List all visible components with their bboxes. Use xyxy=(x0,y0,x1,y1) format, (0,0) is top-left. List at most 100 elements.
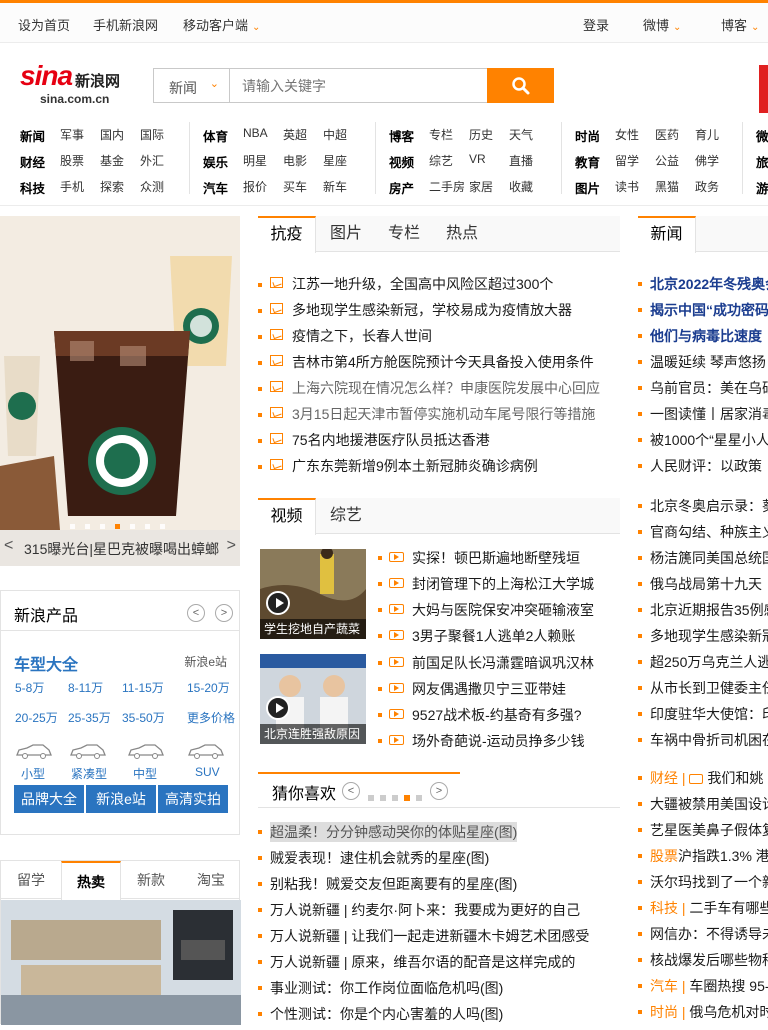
news-tab[interactable]: 抗疫 xyxy=(258,216,316,253)
nav-link[interactable]: 博客 xyxy=(389,126,414,145)
nav-link[interactable]: 基金 xyxy=(100,152,124,169)
nav-link[interactable]: 直播 xyxy=(509,152,533,169)
nav-link[interactable]: 专栏 xyxy=(429,126,453,143)
estation-label[interactable]: 新浪e站 xyxy=(184,653,227,670)
guess-title-link[interactable]: 万人说新疆 | 让我们一起走进新疆木卡姆艺术团感受 xyxy=(270,926,589,946)
mobile-client-menu[interactable]: 移动客户端 ⌄ xyxy=(183,15,260,34)
nav-link[interactable]: 体育 xyxy=(203,126,228,145)
nav-link[interactable]: 二手房 xyxy=(429,178,465,195)
set-home-link[interactable]: 设为首页 xyxy=(18,15,70,34)
right-news-headline[interactable]: 时尚 | 俄乌危机对时 xyxy=(650,1002,768,1022)
car-icon[interactable] xyxy=(15,743,53,759)
nav-link[interactable]: 新闻 xyxy=(20,126,45,145)
news-headline[interactable]: 吉林市第4所方舱医院预计今天具备投入使用条件 xyxy=(292,352,594,372)
right-news-headline[interactable]: 北京冬奥启示录：葵 xyxy=(650,496,768,516)
nav-link[interactable]: 众测 xyxy=(140,178,164,195)
car-icon[interactable] xyxy=(127,743,165,759)
nav-link[interactable]: 外汇 xyxy=(140,152,164,169)
right-news-headline[interactable]: 股票沪指跌1.3% 港 xyxy=(650,846,768,866)
sina-logo[interactable]: sina 新浪网 sina.com.cn xyxy=(20,60,132,106)
prev-arrow-icon[interactable]: < xyxy=(187,604,205,622)
nav-link[interactable]: 家居 xyxy=(469,178,493,195)
news-headline[interactable]: 75名内地援港医疗队员抵达香港 xyxy=(292,430,490,450)
right-news-headline[interactable]: 官商勾结、种族主义 xyxy=(650,522,768,542)
category-tag[interactable]: 财经 | xyxy=(650,770,689,786)
right-news-headline[interactable]: 俄乌战局第十九天 xyxy=(650,574,762,594)
hot-tab[interactable]: 淘宝 xyxy=(181,861,241,899)
news-headline[interactable]: 疫情之下，长春人世间 xyxy=(292,326,432,346)
nav-link[interactable]: 历史 xyxy=(469,126,493,143)
nav-link[interactable]: 育儿 xyxy=(695,126,719,143)
right-news-headline[interactable]: 人民财评：以政策 xyxy=(650,456,762,476)
nav-link[interactable]: 佛学 xyxy=(695,152,719,169)
news-headline[interactable]: 江苏一地升级，全国高中风险区超过300个 xyxy=(292,274,553,294)
slider-caption[interactable]: 315曝光台|星巴克被曝喝出蟑螂 xyxy=(24,539,219,559)
news-headline[interactable]: 广东东莞新增9例本土新冠肺炎确诊病例 xyxy=(292,456,538,476)
price-range-link[interactable]: 15-20万 xyxy=(187,679,230,696)
search-category-select[interactable]: 新闻 ⌄ xyxy=(154,69,230,102)
video-title[interactable]: 大妈与医院保安冲突砸输液室 xyxy=(412,600,594,620)
guess-title-link[interactable]: 万人说新疆 | 约麦尔·阿卜来：我要成为更好的自己 xyxy=(270,900,580,920)
guess-title-link[interactable]: 万人说新疆 | 原来，维吾尔语的配音是这样完成的 xyxy=(270,952,575,972)
nav-link[interactable]: 探索 xyxy=(100,178,124,195)
hot-product-image[interactable] xyxy=(1,900,241,1025)
nav-link[interactable]: 中超 xyxy=(323,126,347,143)
prev-arrow-icon[interactable]: < xyxy=(342,782,360,800)
search-button[interactable] xyxy=(487,68,554,103)
nav-link[interactable]: 综艺 xyxy=(429,152,453,169)
guess-title-link[interactable]: 超温柔！分分钟感动哭你的体贴星座(图) xyxy=(270,822,518,842)
nav-link[interactable]: 图片 xyxy=(575,178,600,197)
nav-link[interactable]: 公益 xyxy=(655,152,679,169)
flag-banner[interactable] xyxy=(759,65,768,113)
slider-dots[interactable] xyxy=(70,516,175,529)
nav-link[interactable]: NBA xyxy=(243,126,268,140)
category-tag[interactable]: 汽车 | xyxy=(650,978,689,994)
nav-link[interactable]: 明星 xyxy=(243,152,267,169)
right-news-headline[interactable]: 北京2022年冬残奥会 xyxy=(650,274,768,294)
nav-link[interactable]: 国际 xyxy=(140,126,164,143)
right-news-headline[interactable]: 北京近期报告35例感 xyxy=(650,600,768,620)
price-range-link[interactable]: 8-11万 xyxy=(68,679,103,696)
car-models-title[interactable]: 车型大全 xyxy=(14,651,78,675)
right-news-headline[interactable]: 大疆被禁用美国设计 xyxy=(650,794,768,814)
price-range-link[interactable]: 更多价格 xyxy=(187,709,235,726)
nav-link[interactable]: 股票 xyxy=(60,152,84,169)
news-headline[interactable]: 多地现学生感染新冠，学校易成为疫情放大器 xyxy=(292,300,572,320)
next-arrow-icon[interactable]: > xyxy=(215,604,233,622)
news-tab[interactable]: 热点 xyxy=(446,216,478,252)
nav-link[interactable]: 天气 xyxy=(509,126,533,143)
right-news-headline[interactable]: 网信办：不得诱导未 xyxy=(650,924,768,944)
video-title[interactable]: 实探！顿巴斯遍地断壁残垣 xyxy=(412,548,580,568)
news-tab[interactable]: 图片 xyxy=(330,216,362,252)
nav-link[interactable]: 收藏 xyxy=(509,178,533,195)
right-news-headline[interactable]: 财经 | 我们和姚 xyxy=(650,768,763,788)
nav-link[interactable]: VR xyxy=(469,152,486,166)
nav-link[interactable]: 手机 xyxy=(60,178,84,195)
video-title[interactable]: 3男子聚餐1人逃单2人赖账 xyxy=(412,626,575,646)
nav-link[interactable]: 留学 xyxy=(615,152,639,169)
nav-link[interactable]: 黑猫 xyxy=(655,178,679,195)
nav-link[interactable]: 旅 xyxy=(756,152,768,171)
product-button[interactable]: 品牌大全 xyxy=(14,785,84,813)
car-icon[interactable] xyxy=(69,743,107,759)
nav-link[interactable]: 微 xyxy=(756,126,768,145)
car-type-label[interactable]: 中型 xyxy=(133,765,157,782)
right-news-headline[interactable]: 超250万乌克兰人逃 xyxy=(650,652,768,672)
video-title[interactable]: 网友偶遇撒贝宁三亚带娃 xyxy=(412,679,566,699)
video-title[interactable]: 前国足队长冯潇霆暗讽巩汉林 xyxy=(412,653,594,673)
nav-link[interactable]: 买车 xyxy=(283,178,307,195)
right-news-headline[interactable]: 一图读懂丨居家消毒 xyxy=(650,404,768,424)
video-title[interactable]: 场外奇葩说-运动员挣多少钱 xyxy=(412,731,585,751)
right-news-headline[interactable]: 核战爆发后哪些物种 xyxy=(650,950,768,970)
guess-title-link[interactable]: 事业测试：你工作岗位面临危机吗(图) xyxy=(270,978,503,998)
nav-link[interactable]: 英超 xyxy=(283,126,307,143)
product-button[interactable]: 高清实拍 xyxy=(158,785,228,813)
nav-link[interactable]: 医药 xyxy=(655,126,679,143)
nav-link[interactable]: 娱乐 xyxy=(203,152,228,171)
nav-link[interactable]: 游 xyxy=(756,178,768,197)
hot-tab[interactable]: 热卖 xyxy=(61,861,121,900)
slider-prev-button[interactable]: < xyxy=(4,537,13,555)
price-range-link[interactable]: 5-8万 xyxy=(15,679,44,696)
tab-news[interactable]: 新闻 xyxy=(638,216,696,253)
news-tab[interactable]: 专栏 xyxy=(388,216,420,252)
